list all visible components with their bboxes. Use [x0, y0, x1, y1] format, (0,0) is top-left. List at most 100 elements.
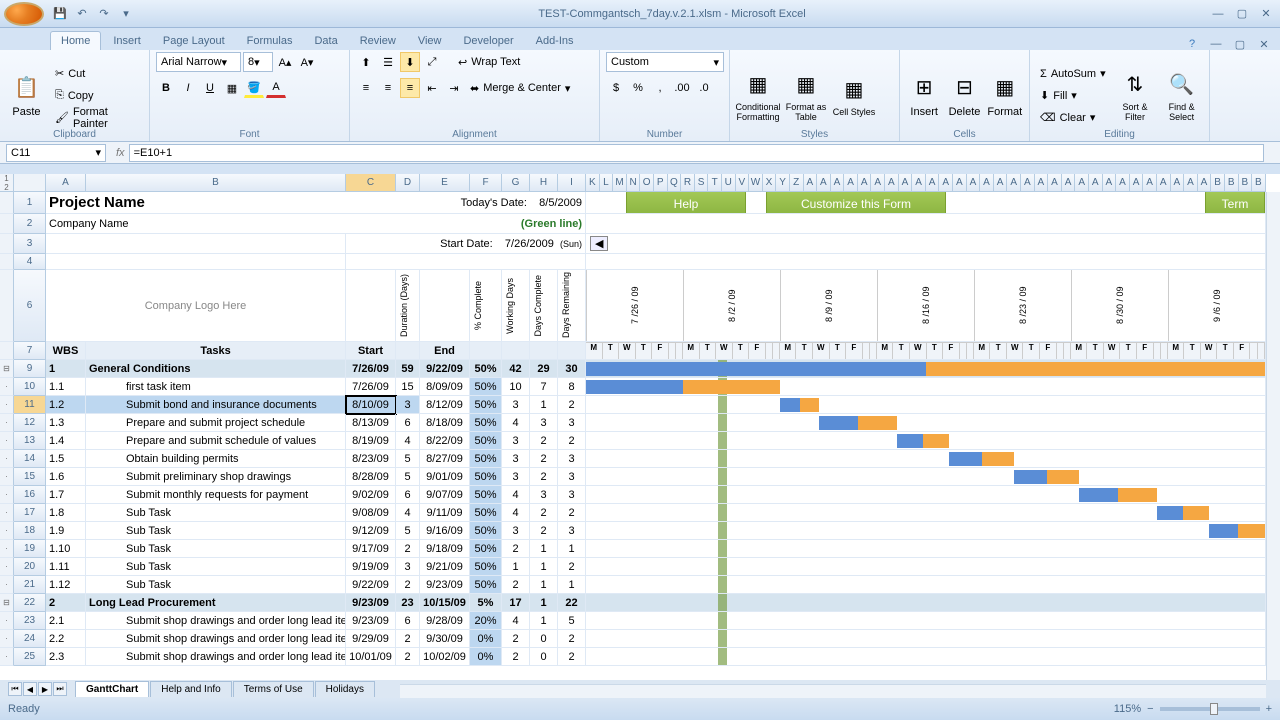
col-header-gantt[interactable]: Z: [790, 174, 804, 191]
col-header-gantt[interactable]: A: [1075, 174, 1089, 191]
col-header-gantt[interactable]: A: [1048, 174, 1062, 191]
format-painter-button[interactable]: 🖌Format Painter: [51, 108, 143, 128]
cell-dr[interactable]: 2: [558, 396, 586, 414]
cell-wbs[interactable]: 2.1: [46, 612, 86, 630]
col-header-gantt[interactable]: R: [681, 174, 695, 191]
cell-duration[interactable]: 4: [396, 504, 420, 522]
row-header[interactable]: 9: [14, 360, 46, 378]
col-header-gantt[interactable]: A: [994, 174, 1008, 191]
cell-dc[interactable]: 1: [530, 558, 558, 576]
cell-wd[interactable]: 3: [502, 522, 530, 540]
cell-wbs[interactable]: 2.3: [46, 648, 86, 666]
outline-dot[interactable]: ·: [0, 504, 14, 522]
cell-start[interactable]: 9/23/09: [346, 594, 396, 612]
col-header-gantt[interactable]: A: [1184, 174, 1198, 191]
border-button[interactable]: ▦: [222, 78, 242, 98]
worksheet[interactable]: 12 ABCDEFGHI KLMNOPQRSTUVWXYZAAAAAAAAAAA…: [0, 174, 1280, 698]
row-header[interactable]: 12: [14, 414, 46, 432]
cell-wd[interactable]: 2: [502, 630, 530, 648]
cell-pct[interactable]: 50%: [470, 486, 502, 504]
cell-wd[interactable]: 2: [502, 648, 530, 666]
formula-input[interactable]: =E10+1: [129, 144, 1264, 162]
col-header-gantt[interactable]: B: [1252, 174, 1266, 191]
cell-end[interactable]: 9/22/09: [420, 360, 470, 378]
cell-task[interactable]: Prepare and submit schedule of values: [86, 432, 346, 450]
help-button[interactable]: Help: [626, 192, 746, 214]
clear-button[interactable]: ⌫Clear▾: [1036, 108, 1110, 128]
cell-wbs[interactable]: 1: [46, 360, 86, 378]
font-name-select[interactable]: Arial Narrow▾: [156, 52, 241, 72]
col-header-gantt[interactable]: A: [817, 174, 831, 191]
align-bottom-icon[interactable]: ⬇: [400, 52, 420, 72]
find-select-button[interactable]: 🔍Find & Select: [1160, 61, 1203, 131]
cell-wbs[interactable]: 1.2: [46, 396, 86, 414]
col-header-gantt[interactable]: L: [600, 174, 614, 191]
cell-task[interactable]: Obtain building permits: [86, 450, 346, 468]
font-color-button[interactable]: A: [266, 78, 286, 98]
name-box[interactable]: C11▾: [6, 144, 106, 162]
cell-task[interactable]: Sub Task: [86, 540, 346, 558]
cell-wd[interactable]: 3: [502, 450, 530, 468]
cell-duration[interactable]: 6: [396, 414, 420, 432]
outline-dot[interactable]: ·: [0, 396, 14, 414]
col-header-gantt[interactable]: U: [722, 174, 736, 191]
cell-pct[interactable]: 0%: [470, 630, 502, 648]
align-right-icon[interactable]: ≡: [400, 78, 420, 98]
increase-indent-icon[interactable]: ⇥: [444, 78, 464, 98]
increase-decimal-icon[interactable]: .00: [672, 78, 692, 98]
cell-task[interactable]: Submit monthly requests for payment: [86, 486, 346, 504]
shrink-font-icon[interactable]: A▾: [297, 52, 317, 72]
cell-duration[interactable]: 3: [396, 396, 420, 414]
cell-end[interactable]: 9/28/09: [420, 612, 470, 630]
minimize-icon[interactable]: —: [1208, 4, 1228, 24]
cell-start[interactable]: 9/12/09: [346, 522, 396, 540]
cell-task[interactable]: Sub Task: [86, 558, 346, 576]
conditional-formatting-button[interactable]: ▦Conditional Formatting: [736, 61, 780, 131]
tab-last-icon[interactable]: ⏭: [53, 682, 67, 696]
undo-icon[interactable]: ↶: [72, 4, 92, 24]
col-header-gantt[interactable]: A: [1007, 174, 1021, 191]
zoom-slider[interactable]: [1160, 707, 1260, 711]
outline-dot[interactable]: ·: [0, 630, 14, 648]
cell-duration[interactable]: 5: [396, 468, 420, 486]
cell-task[interactable]: Submit preliminary shop drawings: [86, 468, 346, 486]
cell-wd[interactable]: 4: [502, 486, 530, 504]
cell-start[interactable]: 8/19/09: [346, 432, 396, 450]
col-header-F[interactable]: F: [470, 174, 502, 191]
cell-duration[interactable]: 23: [396, 594, 420, 612]
col-header-gantt[interactable]: A: [885, 174, 899, 191]
outline-dot[interactable]: ·: [0, 522, 14, 540]
cell-start[interactable]: 7/26/09: [346, 360, 396, 378]
outline-dot[interactable]: ⊟: [0, 360, 14, 378]
tab-data[interactable]: Data: [304, 32, 347, 50]
tab-page-layout[interactable]: Page Layout: [153, 32, 235, 50]
cell-end[interactable]: 8/22/09: [420, 432, 470, 450]
cut-button[interactable]: ✂Cut: [51, 64, 143, 84]
col-header-H[interactable]: H: [530, 174, 558, 191]
cell-dr[interactable]: 3: [558, 486, 586, 504]
col-header-gantt[interactable]: A: [1116, 174, 1130, 191]
cell-task[interactable]: Submit shop drawings and order long lead…: [86, 648, 346, 666]
cell-start[interactable]: 10/01/09: [346, 648, 396, 666]
autosum-button[interactable]: ΣAutoSum▾: [1036, 64, 1110, 84]
cell-start[interactable]: 9/19/09: [346, 558, 396, 576]
cell-duration[interactable]: 15: [396, 378, 420, 396]
cell-dc[interactable]: 1: [530, 396, 558, 414]
outline-dot[interactable]: ·: [0, 432, 14, 450]
sheet-tab-ganttchart[interactable]: GanttChart: [75, 681, 149, 697]
cell-end[interactable]: 8/27/09: [420, 450, 470, 468]
cell-wd[interactable]: 4: [502, 504, 530, 522]
outline-dot[interactable]: ·: [0, 612, 14, 630]
cell-dr[interactable]: 5: [558, 612, 586, 630]
sheet-tab-terms[interactable]: Terms of Use: [233, 681, 314, 697]
qat-customize-icon[interactable]: ▾: [116, 4, 136, 24]
col-header-gantt[interactable]: X: [763, 174, 777, 191]
cell-wd[interactable]: 2: [502, 540, 530, 558]
row-header[interactable]: 15: [14, 468, 46, 486]
col-header-gantt[interactable]: N: [627, 174, 641, 191]
cell-dr[interactable]: 3: [558, 450, 586, 468]
cell-dc[interactable]: 0: [530, 648, 558, 666]
sheet-tab-holidays[interactable]: Holidays: [315, 681, 375, 697]
format-as-table-button[interactable]: ▦Format as Table: [784, 61, 828, 131]
cell-dc[interactable]: 3: [530, 414, 558, 432]
